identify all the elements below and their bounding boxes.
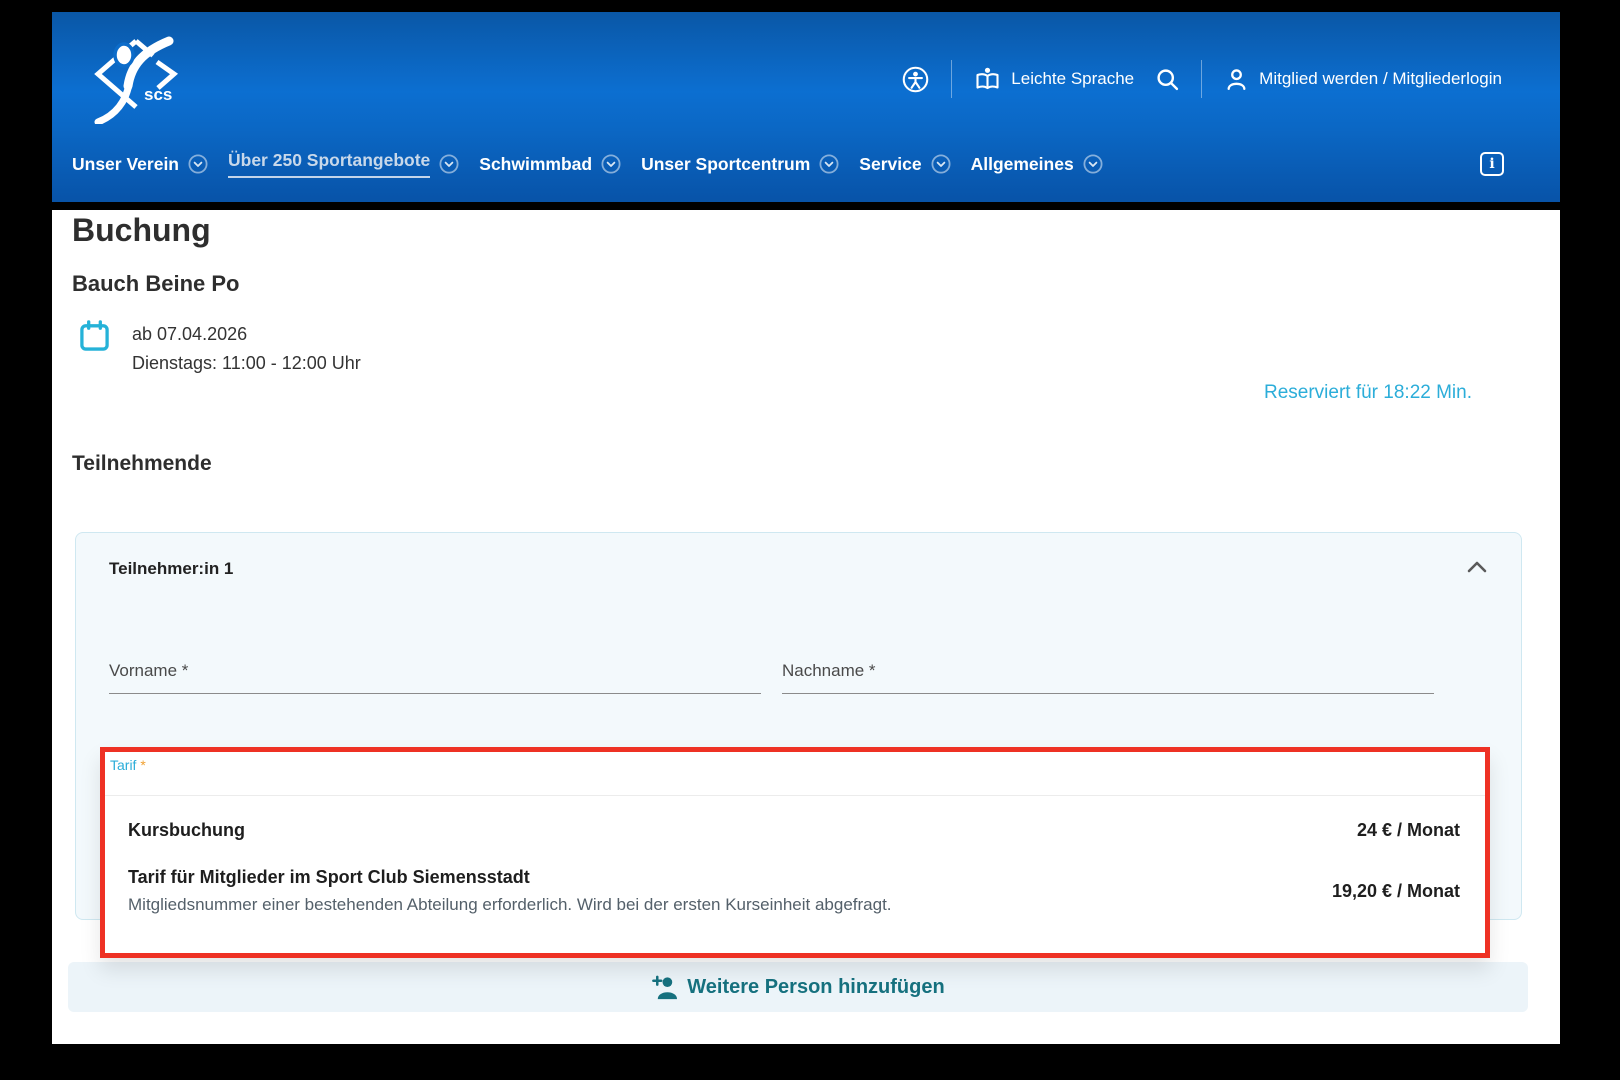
tarif-option-description: Mitgliedsnummer einer bestehenden Abteil… (128, 895, 892, 914)
svg-text:scs: scs (144, 85, 172, 104)
chevron-up-icon (1467, 561, 1487, 573)
chevron-down-icon (601, 154, 621, 174)
schedule-start-date: ab 07.04.2026 (132, 324, 248, 344)
add-person-icon (652, 975, 678, 999)
search-icon (1157, 68, 1179, 90)
nachname-input[interactable] (782, 661, 1434, 694)
schedule-text: ab 07.04.2026 Dienstags: 11:00 - 12:00 U… (132, 320, 361, 378)
page: scs Leichte Sprache Mitglied werden / Mi… (52, 12, 1560, 1044)
add-person-bar: Weitere Person hinzufügen (68, 962, 1528, 1012)
accessibility-button[interactable] (902, 66, 929, 93)
tarif-option-mitglieder[interactable]: Tarif für Mitglieder im Sport Club Sieme… (105, 853, 1485, 931)
course-name: Bauch Beine Po (72, 271, 240, 296)
reservation-timer: Reserviert für 18:22 Min. (1263, 382, 1472, 403)
schedule-weekday-time: Dienstags: 11:00 - 12:00 Uhr (132, 353, 361, 373)
nav-item-sportcentrum[interactable]: Unser Sportcentrum (641, 154, 839, 175)
chevron-down-icon (439, 154, 459, 174)
tarif-option-price: 19,20 € / Monat (1331, 880, 1460, 901)
add-person-label: Weitere Person hinzufügen (687, 975, 945, 998)
utility-bar: Leichte Sprache Mitglied werden / Mitgli… (902, 60, 1502, 98)
chevron-down-icon (1083, 154, 1103, 174)
nav-item-allgemeines[interactable]: Allgemeines (971, 154, 1103, 175)
main-navigation: Unser Verein Über 250 Sportangebote Schw… (52, 136, 1560, 202)
easy-language-icon (976, 67, 999, 90)
name-fields (109, 661, 1434, 694)
site-header: scs Leichte Sprache Mitglied werden / Mi… (52, 12, 1560, 202)
chevron-down-icon (188, 154, 208, 174)
tarif-label: Tarif * (110, 757, 146, 773)
nav-item-schwimmbad[interactable]: Schwimmbad (479, 154, 621, 175)
course-schedule: ab 07.04.2026 Dienstags: 11:00 - 12:00 U… (79, 320, 361, 378)
tarif-option-name: Tarif für Mitglieder im Sport Club Sieme… (128, 867, 530, 887)
chevron-down-icon (819, 154, 839, 174)
main-content: Buchung Bauch Beine Po ab 07.04.2026 Die… (52, 210, 1560, 1044)
participants-heading: Teilnehmende (72, 452, 212, 475)
tarif-dropdown-annotation-box: Tarif * Kursbuchung 24 € / Monat Tarif f… (100, 747, 1490, 958)
nav-item-unser-verein[interactable]: Unser Verein (72, 154, 208, 175)
chevron-down-icon (931, 154, 951, 174)
calendar-icon (80, 320, 109, 351)
collapse-participant-button[interactable] (1467, 561, 1487, 576)
tarif-option-kursbuchung[interactable]: Kursbuchung 24 € / Monat (105, 796, 1485, 853)
nav-item-service[interactable]: Service (859, 154, 951, 175)
easy-language-label: Leichte Sprache (1011, 69, 1135, 88)
vorname-input[interactable] (109, 661, 761, 694)
nav-item-sportangebote[interactable]: Über 250 Sportangebote (228, 150, 459, 178)
tarif-option-name: Kursbuchung (128, 820, 245, 840)
utility-divider (951, 60, 953, 98)
accessibility-icon (903, 66, 929, 92)
scs-logo[interactable]: scs (68, 29, 218, 129)
member-login-label: Mitglied werden / Mitgliederlogin (1259, 69, 1502, 88)
member-login-button[interactable]: Mitglied werden / Mitgliederlogin (1224, 67, 1502, 92)
page-title: Buchung (72, 212, 211, 248)
participant-card-title: Teilnehmer:in 1 (109, 559, 234, 578)
header-top-row: scs Leichte Sprache Mitglied werden / Mi… (52, 12, 1560, 136)
user-icon (1227, 68, 1246, 90)
tarif-option-price: 24 € / Monat (1356, 820, 1460, 840)
easy-language-button[interactable]: Leichte Sprache (974, 66, 1134, 92)
add-person-button[interactable]: Weitere Person hinzufügen (651, 974, 945, 1001)
required-asterisk: * (140, 757, 146, 773)
info-icon[interactable]: i (1480, 152, 1504, 176)
search-button[interactable] (1156, 68, 1179, 91)
utility-divider (1201, 60, 1203, 98)
scs-logo-icon: scs (94, 36, 179, 126)
